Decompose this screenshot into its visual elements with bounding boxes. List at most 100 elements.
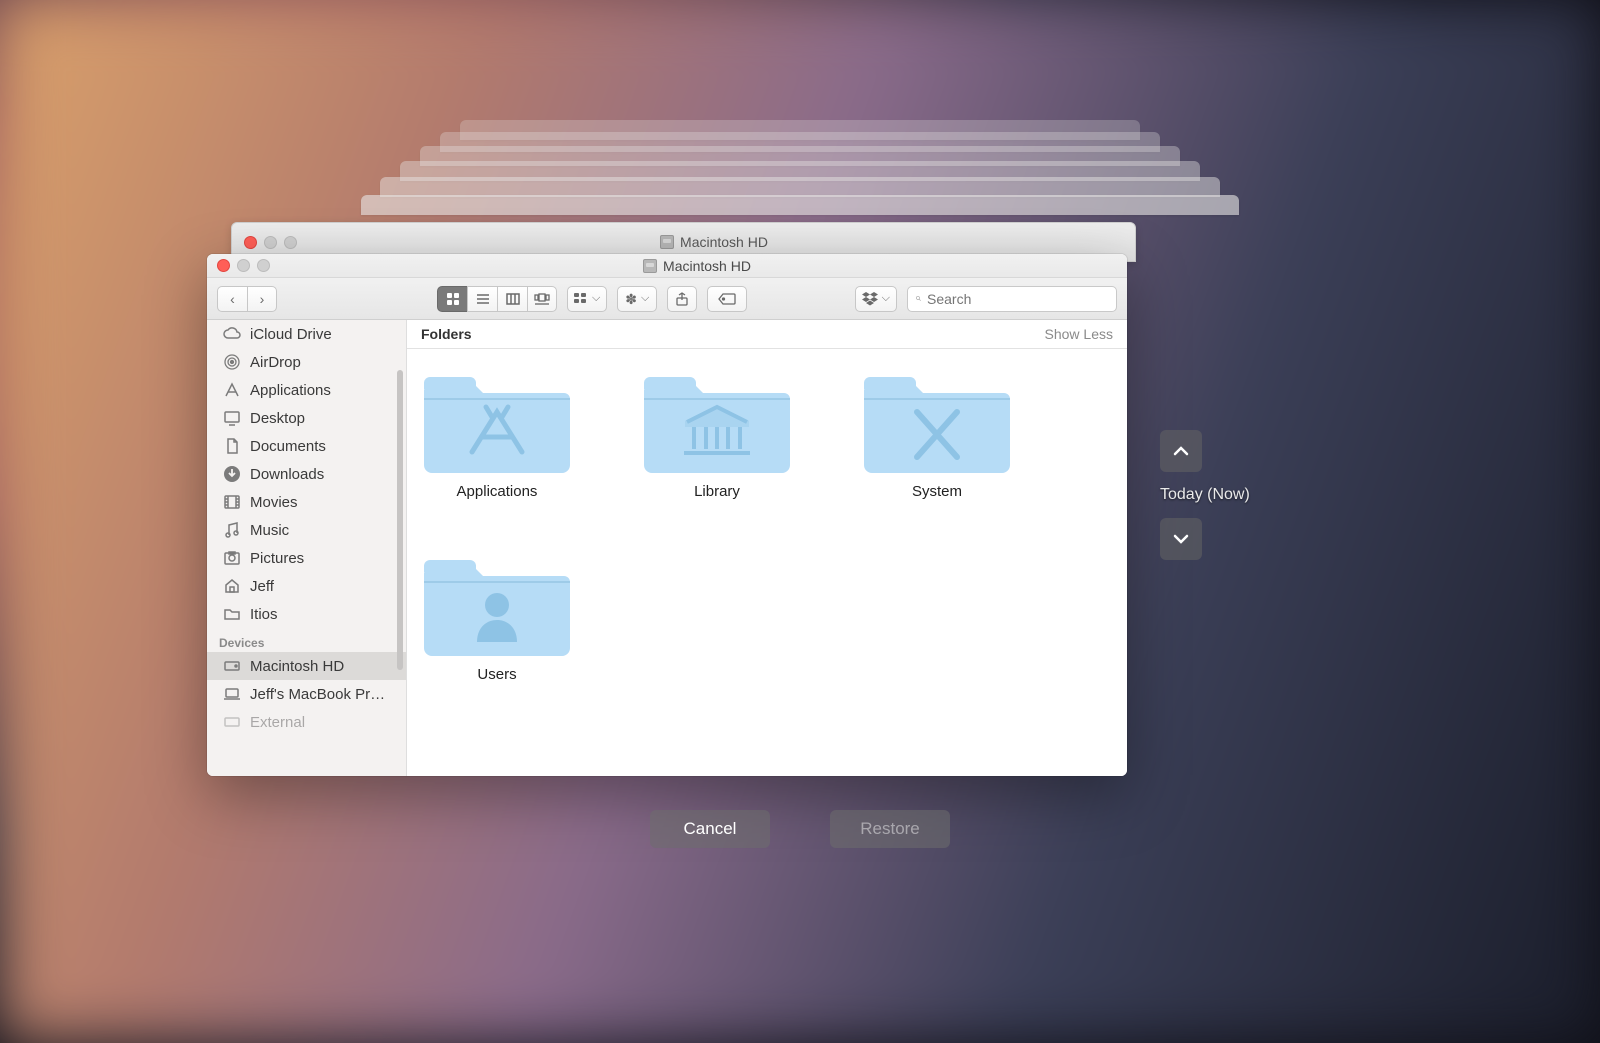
sidebar-item-movies[interactable]: Movies (207, 488, 406, 516)
column-view-button[interactable] (497, 286, 527, 312)
hd-icon (223, 657, 241, 675)
timeline-label: Today (Now) (1160, 486, 1250, 504)
sidebar-item-applications[interactable]: Applications (207, 376, 406, 404)
minimize-button (264, 236, 277, 249)
history-window-4 (380, 177, 1220, 197)
share-button[interactable] (667, 286, 697, 312)
chevron-down-icon (1172, 530, 1190, 548)
folder-grid: Applications (407, 349, 1127, 776)
sidebar-item-airdrop[interactable]: AirDrop (207, 348, 406, 376)
sidebar-item-pictures[interactable]: Pictures (207, 544, 406, 572)
forward-button[interactable]: › (247, 286, 277, 312)
folder-icon (862, 367, 1012, 477)
home-icon (223, 577, 241, 595)
desktop-icon (223, 409, 241, 427)
section-label: Folders (421, 326, 472, 342)
icon-view-button[interactable] (437, 286, 467, 312)
sidebar-item-label: Jeff's MacBook Pr… (250, 686, 385, 703)
window-title: Macintosh HD (680, 234, 768, 250)
close-button[interactable] (244, 236, 257, 249)
action-button[interactable]: ✽⌵ (617, 286, 657, 312)
documents-icon (223, 437, 241, 455)
sidebar-item-label: Pictures (250, 550, 304, 567)
downloads-icon (223, 465, 241, 483)
airdrop-icon (223, 353, 241, 371)
sidebar-item-label: Applications (250, 382, 331, 399)
folder-icon (422, 367, 572, 477)
sidebar-item-label: Documents (250, 438, 326, 455)
arrange-button[interactable]: ⌵ (567, 286, 607, 312)
coverflow-view-button[interactable] (527, 286, 557, 312)
laptop-icon (223, 685, 241, 703)
sidebar-item-documents[interactable]: Documents (207, 432, 406, 460)
dropbox-button[interactable]: ⌵ (855, 286, 897, 312)
scrollbar-thumb[interactable] (397, 370, 403, 670)
back-button[interactable]: ‹ (217, 286, 247, 312)
nav-buttons: ‹ › (217, 286, 277, 312)
sidebar-item-label: External (250, 714, 305, 731)
sidebar: iCloud Drive AirDrop Applications Deskto… (207, 320, 407, 776)
view-mode-segment (437, 286, 557, 312)
toolbar: ‹ › ⌵ ✽⌵ (207, 278, 1127, 320)
sidebar-item-icloud-drive[interactable]: iCloud Drive (207, 320, 406, 348)
timeline-down-button[interactable] (1160, 518, 1202, 560)
folder-icon (422, 550, 572, 660)
sidebar-item-label: Downloads (250, 466, 324, 483)
folder-label: Users (477, 666, 516, 683)
content-area: Folders Show Less (407, 320, 1127, 776)
folder-label: Library (694, 483, 740, 500)
movies-icon (223, 493, 241, 511)
close-button[interactable] (217, 259, 230, 272)
folder-label: Applications (457, 483, 538, 500)
sidebar-item-external[interactable]: External (207, 708, 406, 736)
sidebar-item-label: Desktop (250, 410, 305, 427)
music-icon (223, 521, 241, 539)
sidebar-item-desktop[interactable]: Desktop (207, 404, 406, 432)
hd-icon (223, 713, 241, 731)
folder-system[interactable]: System (857, 367, 1017, 500)
chevron-up-icon (1172, 442, 1190, 460)
timeline-nav: Today (Now) (1160, 430, 1250, 560)
sidebar-item-label: Movies (250, 494, 298, 511)
sidebar-item-label: Jeff (250, 578, 274, 595)
window-title: Macintosh HD (663, 258, 751, 274)
search-field[interactable] (907, 286, 1117, 312)
timeline-up-button[interactable] (1160, 430, 1202, 472)
folder-users[interactable]: Users (417, 550, 577, 683)
folder-icon (223, 605, 241, 623)
folder-label: System (912, 483, 962, 500)
hd-icon (643, 259, 657, 273)
sidebar-item-downloads[interactable]: Downloads (207, 460, 406, 488)
hd-icon (660, 235, 674, 249)
search-input[interactable] (927, 291, 1108, 307)
sidebar-item-macintosh-hd[interactable]: Macintosh HD (207, 652, 406, 680)
cloud-icon (223, 325, 241, 343)
cancel-button[interactable]: Cancel (650, 810, 770, 848)
section-header: Folders Show Less (407, 320, 1127, 349)
apps-icon (223, 381, 241, 399)
sidebar-item-music[interactable]: Music (207, 516, 406, 544)
sidebar-item-folder[interactable]: Itios (207, 600, 406, 628)
folder-applications[interactable]: Applications (417, 367, 577, 500)
history-window-3 (361, 195, 1239, 215)
show-less-button[interactable]: Show Less (1045, 326, 1113, 342)
search-icon (916, 292, 921, 305)
sidebar-item-label: AirDrop (250, 354, 301, 371)
pictures-icon (223, 549, 241, 567)
folder-icon (642, 367, 792, 477)
sidebar-item-macbook[interactable]: Jeff's MacBook Pr… (207, 680, 406, 708)
bottom-buttons: Cancel Restore (650, 810, 950, 848)
titlebar[interactable]: Macintosh HD (207, 254, 1127, 278)
folder-library[interactable]: Library (637, 367, 797, 500)
sidebar-item-home[interactable]: Jeff (207, 572, 406, 600)
zoom-button (284, 236, 297, 249)
restore-button[interactable]: Restore (830, 810, 950, 848)
sidebar-item-label: Itios (250, 606, 278, 623)
finder-window: Macintosh HD ‹ › (207, 254, 1127, 776)
sidebar-item-label: Macintosh HD (250, 658, 344, 675)
zoom-button (257, 259, 270, 272)
minimize-button (237, 259, 250, 272)
list-view-button[interactable] (467, 286, 497, 312)
sidebar-header-devices: Devices (207, 628, 406, 652)
tags-button[interactable] (707, 286, 747, 312)
